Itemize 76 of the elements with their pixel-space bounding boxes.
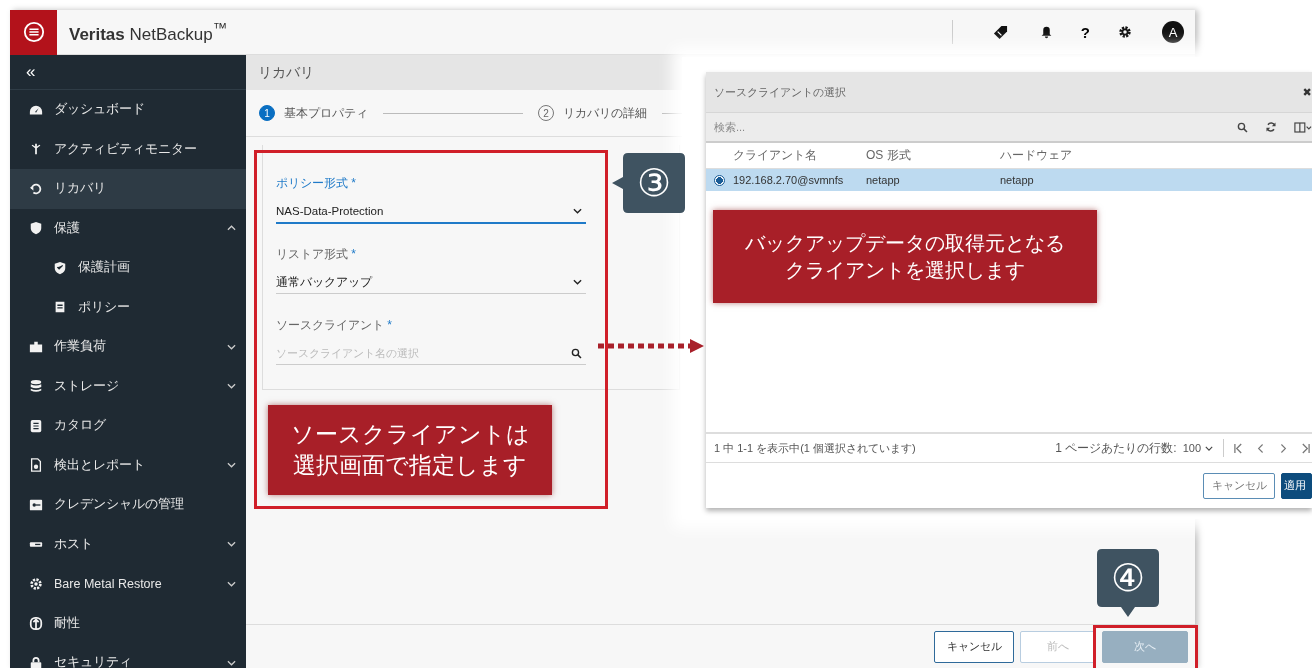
sidebar-item[interactable]: クレデンシャルの管理 (10, 485, 246, 525)
briefcase-icon (29, 339, 43, 354)
search-icon (571, 347, 582, 359)
step-label[interactable]: 基本プロパティ (284, 104, 368, 122)
field-label: ソースクライアント * (276, 317, 393, 334)
column-header[interactable]: OS 形式 (866, 147, 911, 164)
search-bar[interactable]: 検索... (706, 113, 1312, 143)
last-page-icon[interactable] (1301, 442, 1310, 454)
sidebar-item[interactable]: 保護 (10, 208, 246, 248)
sidebar-item[interactable]: 保護計画 (10, 248, 246, 288)
search-input[interactable]: 検索... (714, 121, 1220, 133)
rows-per-page-label: 1 ページあたりの行数: (1055, 439, 1177, 457)
step-number: 1 (259, 105, 275, 121)
close-button[interactable]: ✖ (1302, 85, 1312, 99)
tag-icon[interactable] (992, 24, 1008, 40)
sidebar-item[interactable]: ポリシー (10, 287, 246, 327)
column-header[interactable]: ハードウェア (1000, 147, 1072, 164)
field-label: ポリシー形式 * (276, 175, 357, 192)
select-field[interactable]: NAS-Data-Protection (276, 200, 586, 224)
column-header[interactable]: クライアント名 (733, 147, 817, 164)
selection-status: 1 中 1-1 を表示中(1 個選択されています) (714, 440, 916, 456)
database-icon (29, 379, 43, 394)
step-callout: ④ (1097, 549, 1159, 617)
restore-icon (29, 181, 43, 196)
chevron-down-icon (573, 279, 582, 285)
figure-icon (29, 142, 43, 157)
help-button[interactable]: ? (1080, 23, 1090, 41)
first-page-icon[interactable] (1234, 442, 1243, 454)
chevron-down-icon (573, 208, 582, 214)
chevron-down-icon (1205, 445, 1213, 451)
key-card-icon (29, 497, 43, 512)
page-title: リカバリ (258, 63, 314, 82)
columns-icon[interactable] (1294, 121, 1312, 133)
rows-per-page-select[interactable]: 100 (1182, 442, 1213, 454)
sidebar-item[interactable]: Bare Metal Restore (10, 564, 246, 604)
product-name: Veritas NetBackup$^{™}$ (69, 19, 227, 45)
report-icon (29, 458, 43, 473)
dialog-button[interactable]: キャンセル (1203, 472, 1275, 499)
sidebar-item[interactable]: セキュリティ (10, 643, 246, 668)
sidebar-item[interactable]: カタログ (10, 406, 246, 446)
next-page-icon[interactable] (1279, 442, 1287, 454)
pillar-icon (29, 616, 43, 631)
previous-page-icon[interactable] (1257, 442, 1265, 454)
shield-icon (29, 221, 43, 236)
field-label: リストア形式 * (276, 246, 357, 263)
annotation-note: ソースクライアントは選択画面で指定します (268, 405, 552, 495)
sidebar-item[interactable]: リカバリ (10, 169, 246, 209)
shield-check-icon (53, 260, 67, 275)
sidebar-item[interactable]: 検出とレポート (10, 445, 246, 485)
dialog-button[interactable]: 適用 (1281, 472, 1312, 499)
table-row[interactable]: 192.168.2.70@svmnfs netapp netapp (706, 169, 1312, 191)
bell-icon[interactable] (1039, 25, 1053, 39)
step-callout: ③ (612, 153, 685, 213)
gear-icon (29, 576, 43, 591)
document-icon (53, 300, 67, 315)
sidebar-item[interactable]: 作業負荷 (10, 327, 246, 367)
table-cell: 192.168.2.70@svmnfs (733, 174, 844, 186)
dialog-title: ソースクライアントの選択 (714, 84, 846, 100)
sidebar-item[interactable]: 耐性 (10, 603, 246, 643)
lock-icon (29, 655, 43, 668)
sidebar-item[interactable]: ストレージ (10, 366, 246, 406)
settings-icon[interactable] (1118, 25, 1132, 39)
user-avatar[interactable]: A (1162, 21, 1184, 43)
footer-button[interactable]: キャンセル (934, 630, 1014, 663)
step-label[interactable]: リカバリの詳細 (563, 104, 647, 122)
sidebar-item[interactable]: ダッシュボード (10, 90, 246, 130)
table-cell: netapp (1000, 174, 1034, 186)
select-field[interactable]: 通常バックアップ (276, 271, 586, 294)
annotation-note: バックアップデータの取得元となるクライアントを選択します (713, 210, 1097, 303)
sidebar-item[interactable]: ホスト (10, 524, 246, 564)
search-icon[interactable] (1237, 121, 1248, 133)
table-cell: netapp (866, 174, 900, 186)
refresh-icon[interactable] (1265, 121, 1277, 133)
sidebar-item[interactable]: アクティビティモニター (10, 129, 246, 169)
list-icon (29, 418, 43, 433)
radio-button[interactable] (714, 174, 725, 186)
